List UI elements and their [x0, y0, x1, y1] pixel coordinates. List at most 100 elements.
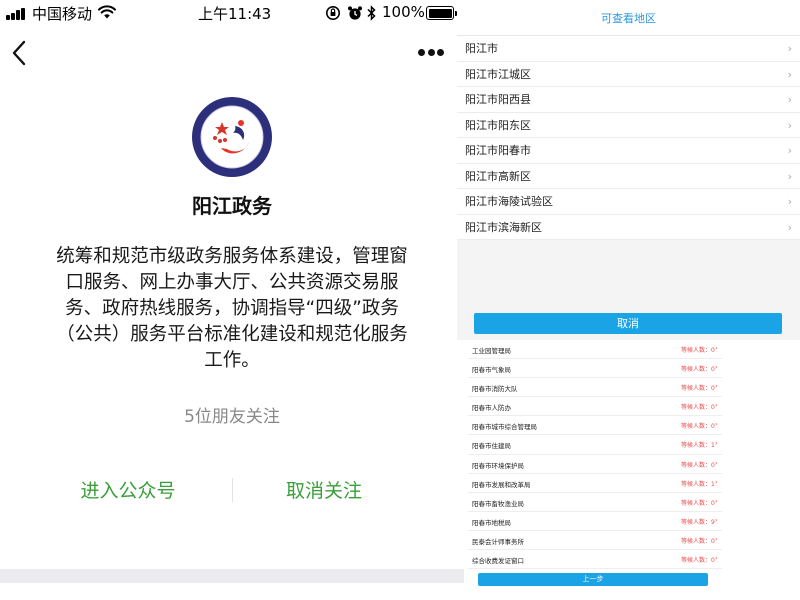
department-name: 民泰会计师事务所: [472, 537, 524, 546]
region-item-label: 阳江市滨海新区: [465, 220, 542, 234]
account-actions: 进入公众号 取消关注: [0, 476, 464, 506]
chevron-right-icon: ›: [715, 363, 718, 372]
chevron-right-icon: ›: [715, 515, 718, 524]
department-row[interactable]: 综合收费发证窗口 等候人数：0 ›: [468, 550, 722, 570]
chevron-right-icon: ›: [787, 195, 792, 208]
region-item[interactable]: 阳江市江城区 ›: [457, 62, 800, 87]
region-item[interactable]: 阳江市高新区 ›: [457, 164, 800, 189]
chevron-right-icon: ›: [715, 382, 718, 391]
back-button[interactable]: [6, 36, 36, 70]
department-row[interactable]: 阳春市环境保护局 等候人数：0 ›: [468, 455, 722, 474]
department-row[interactable]: 阳春市消防大队 等候人数：0 ›: [468, 378, 722, 398]
department-row[interactable]: 阳春市畜牧渔业局 等候人数：0 ›: [468, 493, 722, 512]
chevron-right-icon: ›: [787, 169, 792, 183]
waiting-count: 等候人数：0: [681, 366, 715, 374]
region-item-label: 阳江市阳西县: [465, 93, 531, 106]
wifi-icon: [98, 5, 116, 23]
region-item[interactable]: 阳江市海陵试验区 ›: [457, 189, 800, 215]
department-row[interactable]: 阳春市城市综合管理局 等候人数：0 ›: [468, 416, 722, 436]
chevron-right-icon: ›: [715, 458, 718, 467]
waiting-count: 等候人数：0: [681, 557, 715, 565]
waiting-count: 等候人数：1: [681, 480, 715, 488]
department-list: 工业园管理局 等候人数：0 › 阳春市气象局 等候人数：0 › 阳春市消防大队 等候人数：…: [468, 340, 722, 570]
department-row[interactable]: 工业园管理局 等候人数：0 ›: [468, 340, 722, 360]
region-item-label: 阳江市高新区: [465, 169, 531, 183]
account-logo: [191, 96, 273, 178]
department-name: 阳春市发展和改革局: [472, 480, 531, 489]
department-row[interactable]: 阳春市气象局 等候人数：0 ›: [468, 359, 722, 379]
account-name: 阳江政务: [192, 194, 272, 218]
region-panel-title: 可查看地区: [457, 0, 800, 36]
waiting-count: 等候人数：0: [681, 537, 715, 545]
rotation-lock-icon: [325, 5, 341, 25]
department-row[interactable]: 阳春市地税局 等候人数：9 ›: [468, 512, 722, 531]
chevron-right-icon: ›: [715, 401, 718, 410]
department-row[interactable]: 阳春市住建局 等候人数：1 ›: [468, 435, 722, 455]
chevron-right-icon: ›: [715, 477, 718, 486]
region-item-label: 阳江市海陵试验区: [465, 195, 553, 208]
region-panel: 可查看地区 阳江市 › 阳江市江城区 › 阳江市阳西县 › 阳江市阳东区 › 阳江市阳春…: [457, 0, 800, 340]
department-name: 阳春市城市综合管理局: [472, 423, 537, 432]
chevron-right-icon: ›: [787, 144, 792, 157]
department-name: 阳春市住建局: [472, 442, 511, 451]
chevron-right-icon: ›: [715, 554, 718, 563]
waiting-count: 等候人数：0: [681, 385, 715, 393]
previous-step-button[interactable]: 上一步: [478, 573, 708, 586]
region-item-label: 阳江市阳东区: [465, 118, 531, 132]
region-item[interactable]: 阳江市阳东区 ›: [457, 113, 800, 138]
chevron-right-icon: ›: [715, 344, 718, 352]
chevron-right-icon: ›: [715, 534, 718, 543]
department-row[interactable]: 民泰会计师事务所 等候人数：0 ›: [468, 531, 722, 551]
battery-icon: [426, 6, 457, 20]
waiting-count: 等候人数：1: [681, 442, 715, 450]
carrier-label: 中国移动: [32, 5, 93, 23]
chevron-right-icon: ›: [787, 42, 792, 55]
unfollow-button[interactable]: 取消关注: [224, 476, 424, 503]
region-item-label: 阳江市: [465, 42, 498, 55]
signal-icon: [6, 7, 28, 20]
more-options-button[interactable]: [414, 46, 448, 60]
waiting-count: 等候人数：0: [681, 499, 715, 507]
region-item[interactable]: 阳江市阳春市 ›: [457, 138, 800, 164]
department-row[interactable]: 阳春市发展和改革局 等候人数：1 ›: [468, 474, 722, 493]
department-name: 阳春市地税局: [472, 518, 511, 527]
screenshot-root: 中国移动 上午11:43 100% 阳江政务 统筹和规范市级政务服务体系建设，管…: [0, 0, 800, 600]
enter-account-button[interactable]: 进入公众号: [28, 476, 228, 503]
bluetooth-icon: [366, 5, 377, 25]
chevron-right-icon: ›: [715, 420, 718, 429]
waiting-count: 等候人数：0: [681, 404, 715, 412]
waiting-count: 等候人数：9: [681, 518, 715, 526]
battery-percent: 100%: [382, 3, 425, 21]
region-item[interactable]: 阳江市滨海新区 ›: [457, 215, 800, 240]
waiting-count: 等候人数：0: [681, 461, 715, 469]
waiting-count: 等候人数：0: [681, 423, 715, 431]
bottom-bar: [0, 569, 464, 583]
region-item-label: 阳江市江城区: [465, 67, 531, 81]
chevron-right-icon: ›: [787, 67, 792, 81]
chevron-right-icon: ›: [787, 118, 792, 132]
department-name: 阳春市消防大队: [472, 385, 518, 394]
department-name: 工业园管理局: [472, 347, 511, 355]
region-item[interactable]: 阳江市阳西县 ›: [457, 87, 800, 113]
department-name: 阳春市气象局: [472, 366, 511, 375]
department-name: 阳春市环境保护局: [472, 461, 524, 470]
region-item-label: 阳江市阳春市: [465, 144, 531, 157]
department-name: 阳春市人防办: [472, 404, 511, 413]
chevron-right-icon: ›: [715, 496, 718, 505]
alarm-icon: [347, 5, 363, 25]
region-list: 阳江市 › 阳江市江城区 › 阳江市阳西县 › 阳江市阳东区 › 阳江市阳春市 › 阳江市…: [457, 36, 800, 240]
department-row[interactable]: 阳春市人防办 等候人数：0 ›: [468, 397, 722, 417]
back-arrow-icon: [12, 40, 26, 66]
region-cancel-button[interactable]: 取消: [474, 313, 782, 334]
status-time: 上午11:43: [198, 5, 272, 23]
region-item[interactable]: 阳江市 ›: [457, 36, 800, 62]
department-name: 综合收费发证窗口: [472, 557, 524, 566]
chevron-right-icon: ›: [787, 220, 792, 234]
waiting-count: 等候人数：0: [681, 347, 715, 354]
wechat-account-page: 中国移动 上午11:43 100% 阳江政务 统筹和规范市级政务服务体系建设，管…: [0, 0, 464, 600]
department-panel: 工业园管理局 等候人数：0 › 阳春市气象局 等候人数：0 › 阳春市消防大队 等候人数：…: [464, 340, 800, 600]
friends-following: 5位朋友关注: [184, 407, 280, 427]
chevron-right-icon: ›: [787, 93, 792, 106]
chevron-right-icon: ›: [715, 439, 718, 448]
account-description: 统筹和规范市级政务服务体系建设，管理窗口服务、网上办事大厅、公共资源交易服务、政…: [56, 246, 408, 371]
